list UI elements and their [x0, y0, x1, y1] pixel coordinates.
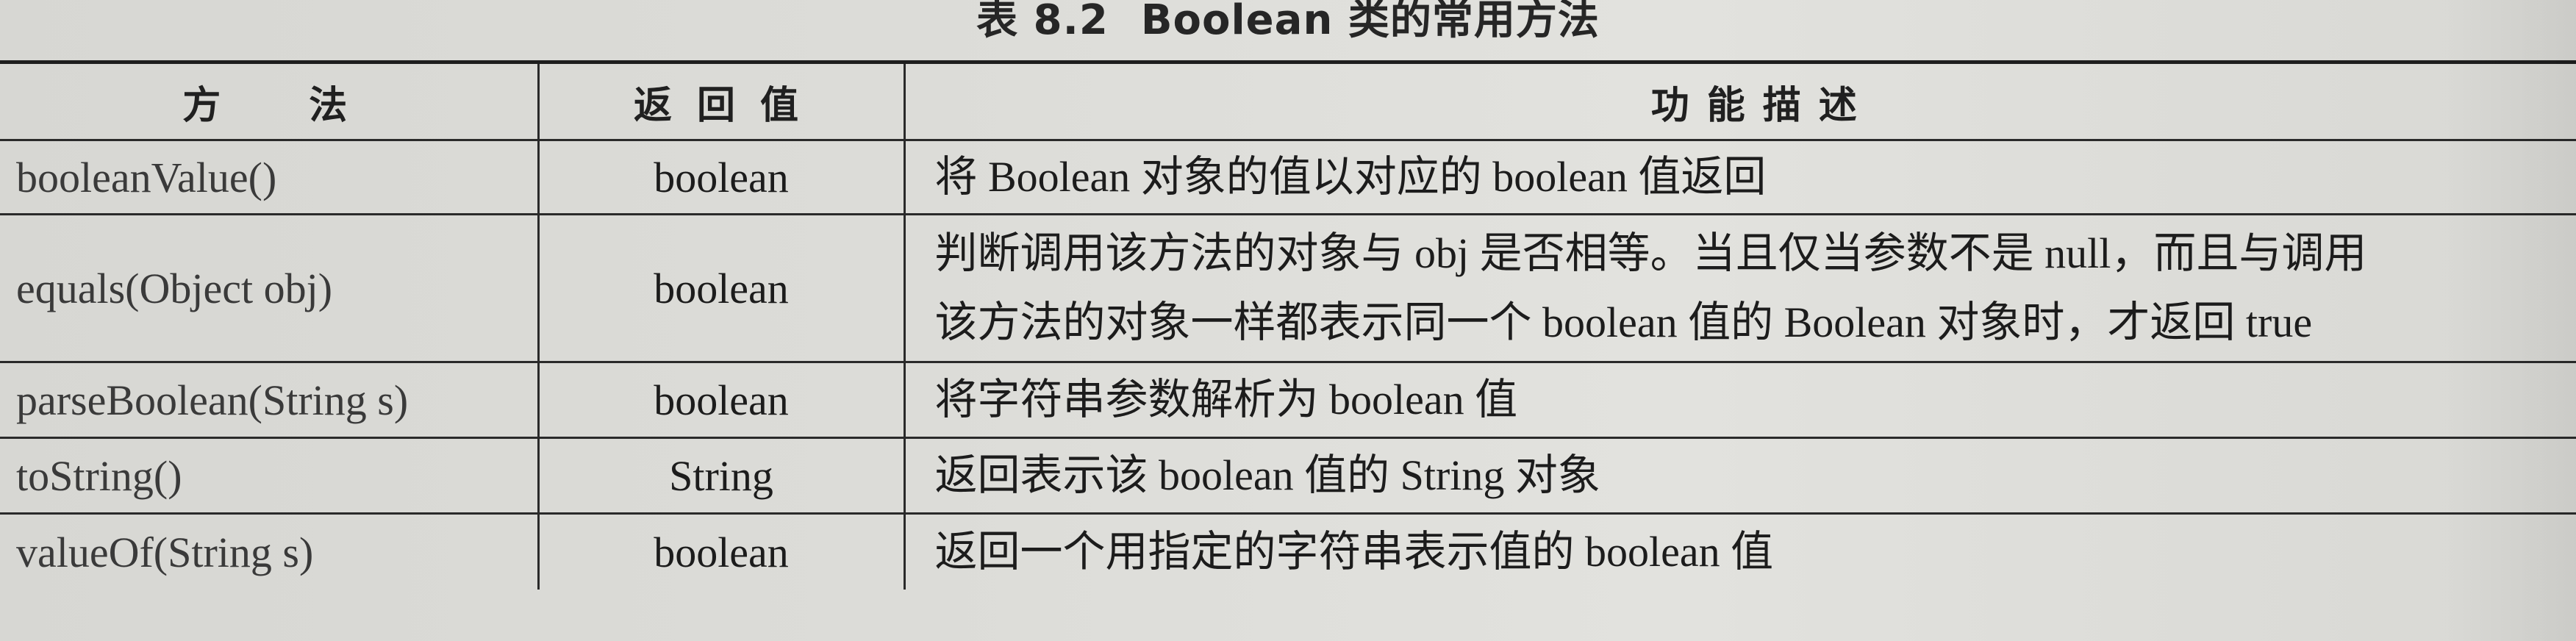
table-row: booleanValue() boolean 将 Boolean 对象的值以对应… — [0, 140, 2576, 215]
description-line: 该方法的对象一样都表示同一个 boolean 值的 Boolean 对象时，才返… — [934, 298, 2313, 346]
table-row: toString() String 返回表示该 boolean 值的 Strin… — [0, 437, 2576, 515]
description-line: 将字符串参数解析为 boolean 值 — [934, 376, 1518, 423]
caption-title: Boolean 类的常用方法 — [1140, 0, 1600, 44]
return-cell: boolean — [537, 140, 904, 215]
caption-number: 表 8.2 — [976, 0, 1109, 44]
method-cell: toString() — [0, 437, 538, 515]
description-cell: 将 Boolean 对象的值以对应的 boolean 值返回 — [903, 140, 2576, 215]
description-line: 将 Boolean 对象的值以对应的 boolean 值返回 — [934, 153, 1767, 201]
header-row: 方法 返回值 功能描述 — [0, 60, 2576, 141]
description-cell: 返回表示该 boolean 值的 String 对象 — [903, 437, 2576, 515]
return-cell: String — [537, 437, 904, 515]
method-cell: equals(Object obj) — [0, 214, 538, 363]
boolean-methods-table: 方法 返回值 功能描述 booleanValue() boolean 将 Boo… — [0, 60, 2576, 590]
method-cell: parseBoolean(String s) — [0, 362, 538, 439]
description-cell: 判断调用该方法的对象与 obj 是否相等。当且仅当参数不是 null，而且与调用… — [903, 214, 2576, 363]
description-line: 返回一个用指定的字符串表示值的 boolean 值 — [934, 528, 1774, 576]
return-cell: boolean — [537, 513, 904, 590]
book-page: 表 8.2 Boolean 类的常用方法 方法 返回值 功能描述 booleanV… — [0, 0, 2576, 641]
return-cell: boolean — [537, 214, 904, 363]
header-description: 功能描述 — [903, 60, 2576, 141]
description-cell: 返回一个用指定的字符串表示值的 boolean 值 — [903, 513, 2576, 590]
description-cell: 将字符串参数解析为 boolean 值 — [903, 362, 2576, 439]
table-row: valueOf(String s) boolean 返回一个用指定的字符串表示值… — [0, 513, 2576, 590]
header-return-value: 返回值 — [537, 60, 904, 141]
description-line: 返回表示该 boolean 值的 String 对象 — [934, 451, 1600, 499]
method-cell: valueOf(String s) — [16, 528, 314, 576]
table-container: 方法 返回值 功能描述 booleanValue() boolean 将 Boo… — [0, 60, 2576, 590]
table-caption: 表 8.2 Boolean 类的常用方法 — [0, 0, 2576, 46]
table-row: parseBoolean(String s) boolean 将字符串参数解析为… — [0, 362, 2576, 439]
return-cell: boolean — [537, 362, 904, 439]
header-method: 方法 — [0, 60, 538, 141]
method-cell: booleanValue() — [0, 140, 538, 215]
table-row: equals(Object obj) boolean 判断调用该方法的对象与 o… — [0, 214, 2576, 363]
description-line: 判断调用该方法的对象与 obj 是否相等。当且仅当参数不是 null，而且与调用 — [934, 229, 2367, 277]
